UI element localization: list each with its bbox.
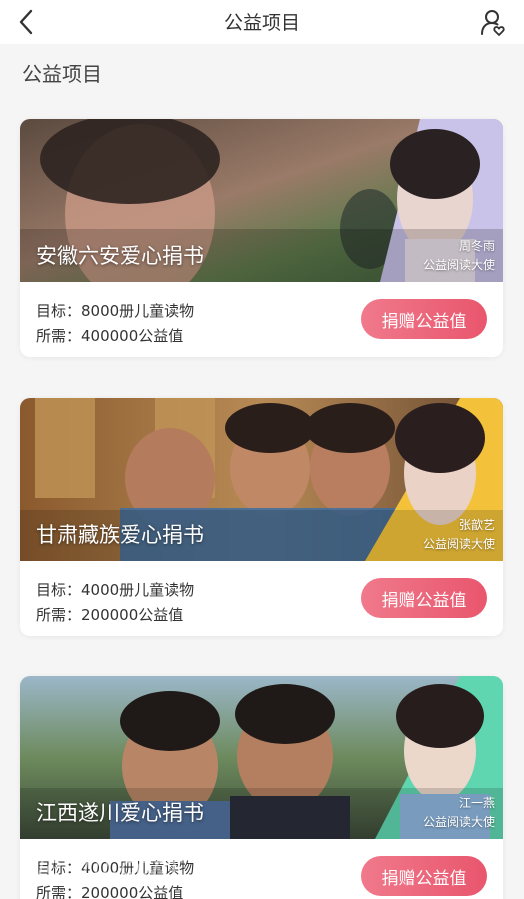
page: 公益项目 公益项目 安徽六安爱心捐书 周冬雨 公益阅读大使 目标：8000册儿童…: [0, 0, 524, 899]
watermark: dietitu.com: [20, 852, 179, 882]
ambassador-role: 公益阅读大使: [422, 815, 495, 829]
project-title: 江西遂川爱心捐书: [36, 801, 204, 825]
ambassador-role: 公益阅读大使: [422, 258, 495, 272]
project-target: 目标：8000册儿童读物: [36, 302, 195, 320]
donate-button[interactable]: 捐赠公益值: [361, 299, 487, 339]
project-title: 甘肃藏族爱心捐书: [36, 523, 204, 547]
project-title: 安徽六安爱心捐书: [36, 244, 204, 268]
project-banner[interactable]: 安徽六安爱心捐书 周冬雨 公益阅读大使: [20, 119, 503, 282]
ambassador-name: 周冬雨: [458, 239, 495, 253]
project-banner[interactable]: 江西遂川爱心捐书 江一燕 公益阅读大使: [20, 676, 503, 839]
ambassador-name: 江一燕: [458, 796, 495, 810]
page-title: 公益项目: [223, 12, 300, 34]
profile-button[interactable]: [476, 5, 510, 39]
project-target: 目标：4000册儿童读物: [36, 581, 195, 599]
donate-button[interactable]: 捐赠公益值: [361, 578, 487, 618]
project-required: 所需：200000公益值: [36, 884, 184, 899]
project-card[interactable]: 甘肃藏族爱心捐书 张歆艺 公益阅读大使 目标：4000册儿童读物 所需：2000…: [20, 398, 503, 636]
nav-bar: 公益项目: [0, 0, 524, 44]
user-heart-icon: [481, 10, 505, 36]
project-required: 所需：200000公益值: [36, 606, 184, 624]
ambassador-name: 张歆艺: [458, 518, 495, 532]
ambassador-role: 公益阅读大使: [422, 537, 495, 551]
section-title: 公益项目: [22, 62, 102, 86]
donate-button[interactable]: 捐赠公益值: [361, 856, 487, 896]
project-card[interactable]: 安徽六安爱心捐书 周冬雨 公益阅读大使 目标：8000册儿童读物 所需：4000…: [20, 119, 503, 357]
project-banner[interactable]: 甘肃藏族爱心捐书 张歆艺 公益阅读大使: [20, 398, 503, 561]
project-required: 所需：400000公益值: [36, 327, 184, 345]
